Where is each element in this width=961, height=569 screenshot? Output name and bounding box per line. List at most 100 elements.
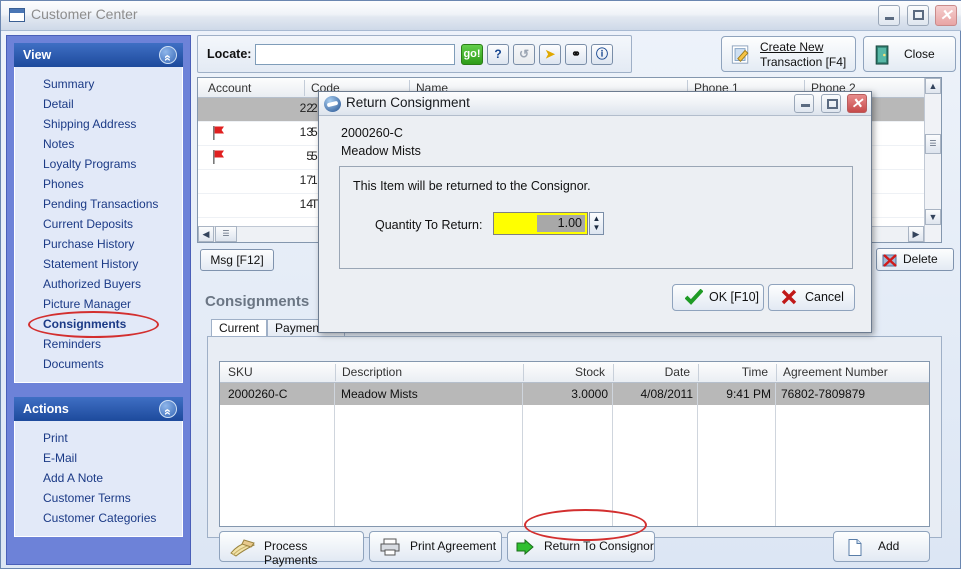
column-header-description[interactable]: Description	[335, 364, 523, 381]
sidebar-action-email[interactable]: E-Mail	[15, 448, 182, 468]
sidebar-item-summary[interactable]: Summary	[15, 74, 182, 94]
flag-icon	[213, 150, 224, 164]
dialog-window-controls: ✕	[791, 94, 867, 113]
column-header-agreement-number[interactable]: Agreement Number	[776, 364, 926, 381]
app-logo-icon	[324, 96, 341, 112]
column-header-sku[interactable]: SKU	[222, 364, 335, 381]
page-title: Consignments	[205, 293, 310, 310]
consignments-table-header: SKU Description Stock Date Time Agreemen…	[220, 362, 929, 383]
sidebar-action-customer-categories[interactable]: Customer Categories	[15, 508, 182, 528]
create-new-transaction-button[interactable]: Create New Transaction [F4]	[721, 36, 856, 72]
search-input[interactable]	[255, 44, 455, 65]
msg-button[interactable]: Msg [F12]	[200, 249, 274, 271]
dialog-minimize-button[interactable]	[794, 94, 815, 113]
add-button[interactable]: Add	[833, 531, 930, 562]
window-controls: ✕	[875, 5, 957, 27]
quantity-value: 1.00	[537, 215, 585, 232]
ok-button-label: OK [F10]	[709, 290, 760, 304]
sidebar-action-add-a-note[interactable]: Add A Note	[15, 468, 182, 488]
ok-button[interactable]: OK [F10]	[672, 284, 764, 311]
actions-panel-body: Print E-Mail Add A Note Customer Terms C…	[14, 421, 183, 537]
window-titlebar: Customer Center ✕	[1, 1, 961, 31]
column-header-date[interactable]: Date	[613, 364, 698, 381]
actions-panel-header[interactable]: Actions	[14, 397, 183, 421]
add-button-label: Add	[878, 539, 900, 553]
print-agreement-label: Print Agreement	[410, 539, 497, 553]
money-hand-icon	[230, 539, 256, 557]
refresh-icon[interactable]: ↺	[513, 44, 535, 65]
scroll-right-button[interactable]: ▶	[908, 226, 924, 242]
chevron-up-icon[interactable]	[159, 400, 177, 418]
sidebar-item-authorized-buyers[interactable]: Authorized Buyers	[15, 274, 182, 294]
column-header-stock[interactable]: Stock	[523, 364, 613, 381]
scrollbar-thumb[interactable]: ☰	[925, 134, 941, 154]
chevron-up-icon[interactable]	[159, 46, 177, 64]
dialog-content-group: This Item will be returned to the Consig…	[339, 166, 853, 269]
sidebar-action-customer-terms[interactable]: Customer Terms	[15, 488, 182, 508]
dialog-titlebar: Return Consignment ✕	[319, 92, 871, 116]
printer-icon	[380, 538, 400, 556]
sidebar: View Summary Detail Shipping Address Not…	[6, 35, 191, 565]
sidebar-action-print[interactable]: Print	[15, 428, 182, 448]
sidebar-item-statement-history[interactable]: Statement History	[15, 254, 182, 274]
sidebar-item-phones[interactable]: Phones	[15, 174, 182, 194]
cancel-button-label: Cancel	[805, 290, 844, 304]
table-row[interactable]: 2000260-C Meadow Mists 3.0000 4/08/2011 …	[220, 383, 929, 405]
column-header-account[interactable]: Account	[202, 80, 251, 96]
green-arrow-icon	[516, 539, 534, 555]
sidebar-item-purchase-history[interactable]: Purchase History	[15, 234, 182, 254]
close-button[interactable]: ✕	[935, 5, 957, 26]
cell-account: 5	[306, 149, 313, 163]
quantity-stepper[interactable]: ▲ ▼	[589, 212, 604, 235]
edit-document-icon	[731, 45, 749, 64]
cancel-button[interactable]: Cancel	[768, 284, 855, 311]
scroll-up-button[interactable]: ▲	[925, 78, 941, 94]
dialog-maximize-button[interactable]	[820, 94, 841, 113]
info-icon[interactable]: ⓘ	[591, 44, 613, 65]
print-agreement-button[interactable]: Print Agreement	[369, 531, 502, 562]
sidebar-item-shipping-address[interactable]: Shipping Address	[15, 114, 182, 134]
arrow-icon[interactable]: ➤	[539, 44, 561, 65]
sidebar-item-detail[interactable]: Detail	[15, 94, 182, 114]
sidebar-item-current-deposits[interactable]: Current Deposits	[15, 214, 182, 234]
scrollbar-thumb[interactable]: ☰	[215, 226, 237, 242]
sidebar-item-reminders[interactable]: Reminders	[15, 334, 182, 354]
minimize-button[interactable]	[878, 5, 901, 26]
close-window-button[interactable]: Close	[863, 36, 956, 72]
sidebar-item-notes[interactable]: Notes	[15, 134, 182, 154]
cell-description: Meadow Mists	[341, 387, 418, 401]
sidebar-item-pending-transactions[interactable]: Pending Transactions	[15, 194, 182, 214]
process-payments-button[interactable]: Process Payments	[219, 531, 364, 567]
maximize-button[interactable]	[906, 5, 929, 26]
cell-account: 17	[299, 173, 313, 187]
go-button[interactable]: go!	[461, 44, 483, 65]
binoculars-icon[interactable]: ⚭	[565, 44, 587, 65]
scroll-down-button[interactable]: ▼	[925, 209, 941, 225]
return-to-consignor-button[interactable]: Return To Consignor	[507, 531, 655, 562]
dialog-title: Return Consignment	[346, 95, 470, 110]
scroll-left-button[interactable]: ◀	[198, 226, 214, 242]
help-button[interactable]: ?	[487, 44, 509, 65]
cell-account: 13	[299, 125, 313, 139]
actions-panel: Actions Print E-Mail Add A Note Customer…	[14, 397, 183, 537]
close-window-label: Close	[904, 47, 935, 61]
exit-door-icon	[875, 45, 889, 65]
stepper-down[interactable]: ▼	[590, 223, 603, 233]
vertical-scrollbar[interactable]: ▲ ☰ ▼	[924, 78, 941, 242]
column-header-time[interactable]: Time	[698, 364, 776, 381]
dialog-close-button[interactable]: ✕	[847, 94, 867, 113]
view-panel-header[interactable]: View	[14, 43, 183, 67]
sidebar-item-documents[interactable]: Documents	[15, 354, 182, 374]
cell-agreement-number: 76802-7809879	[781, 387, 866, 401]
tab-current[interactable]: Current	[211, 319, 268, 337]
return-consignment-dialog: Return Consignment ✕ 2000260-C Meadow Mi…	[318, 91, 872, 333]
x-icon	[781, 289, 797, 305]
quantity-input[interactable]: 1.00	[493, 212, 588, 235]
delete-button-label: Delete	[903, 252, 938, 266]
window-title: Customer Center	[31, 6, 138, 22]
sidebar-item-picture-manager[interactable]: Picture Manager	[15, 294, 182, 314]
process-payments-label: Process Payments	[264, 539, 318, 567]
sidebar-item-loyalty-programs[interactable]: Loyalty Programs	[15, 154, 182, 174]
delete-button[interactable]: Delete	[876, 248, 954, 271]
sidebar-item-consignments[interactable]: Consignments	[15, 314, 182, 334]
